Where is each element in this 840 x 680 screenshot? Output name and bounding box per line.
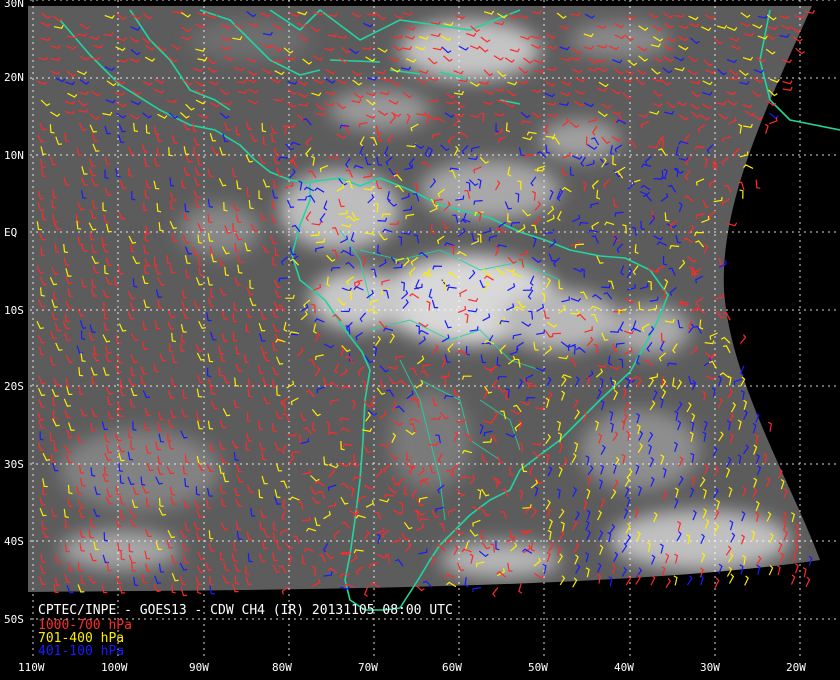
wind-barb (650, 575, 656, 586)
lon-label-70w: 70W (358, 661, 378, 674)
wind-barb (794, 563, 799, 574)
satellite-wind-map: 30N 20N 10N EQ 10S 20S 30S 40S 50S 110W … (0, 0, 840, 680)
wind-barb (740, 365, 745, 376)
image-title: CPTEC/INPE - GOES13 - CDW CH4 (IR) 20131… (38, 603, 453, 618)
wind-barb (769, 112, 779, 119)
lon-label-90w: 90W (189, 661, 209, 674)
wind-barb (790, 574, 796, 585)
wind-barb (764, 123, 769, 134)
wind-barb (767, 421, 772, 432)
lat-label-20s: 20S (4, 380, 24, 393)
wind-barb (802, 567, 807, 578)
wind-barb (782, 80, 793, 85)
wind-barb (714, 577, 720, 588)
wind-barb (673, 575, 678, 586)
lat-label-eq: EQ (4, 226, 18, 239)
lat-label-30s: 30S (4, 458, 24, 471)
lon-label-20w: 20W (786, 661, 806, 674)
wind-barb (728, 573, 735, 584)
lon-label-40w: 40W (614, 661, 634, 674)
legend-high-level: 401-100 hPa (38, 644, 125, 659)
wind-barb (686, 575, 693, 586)
lat-label-50s: 50S (4, 613, 24, 626)
lat-label-10n: 10N (4, 149, 24, 162)
wind-barb (665, 577, 672, 588)
wind-barb (472, 587, 482, 593)
wind-barb (744, 575, 749, 586)
wind-barb (768, 565, 774, 576)
lon-label-50w: 50W (528, 661, 548, 674)
wind-barb (805, 576, 811, 587)
wind-barb (739, 189, 744, 199)
lon-label-80w: 80W (272, 661, 292, 674)
wind-barb (776, 565, 781, 576)
lat-label-40s: 40S (4, 535, 24, 548)
wind-barb (492, 587, 499, 598)
wind-barb (755, 179, 761, 189)
wind-barb (518, 583, 523, 594)
wind-barb (363, 586, 369, 597)
lon-label-110w: 110W (18, 661, 45, 674)
lon-label-100w: 100W (101, 661, 128, 674)
lat-label-30n: 30N (4, 0, 24, 10)
lon-label-60w: 60W (442, 661, 462, 674)
lat-label-20n: 20N (4, 71, 24, 84)
lon-label-30w: 30W (700, 661, 720, 674)
wind-barb (743, 164, 754, 169)
lat-label-10s: 10S (4, 304, 24, 317)
wind-map-canvas (28, 0, 840, 660)
wind-barb (782, 86, 793, 91)
wind-barb (739, 334, 747, 344)
